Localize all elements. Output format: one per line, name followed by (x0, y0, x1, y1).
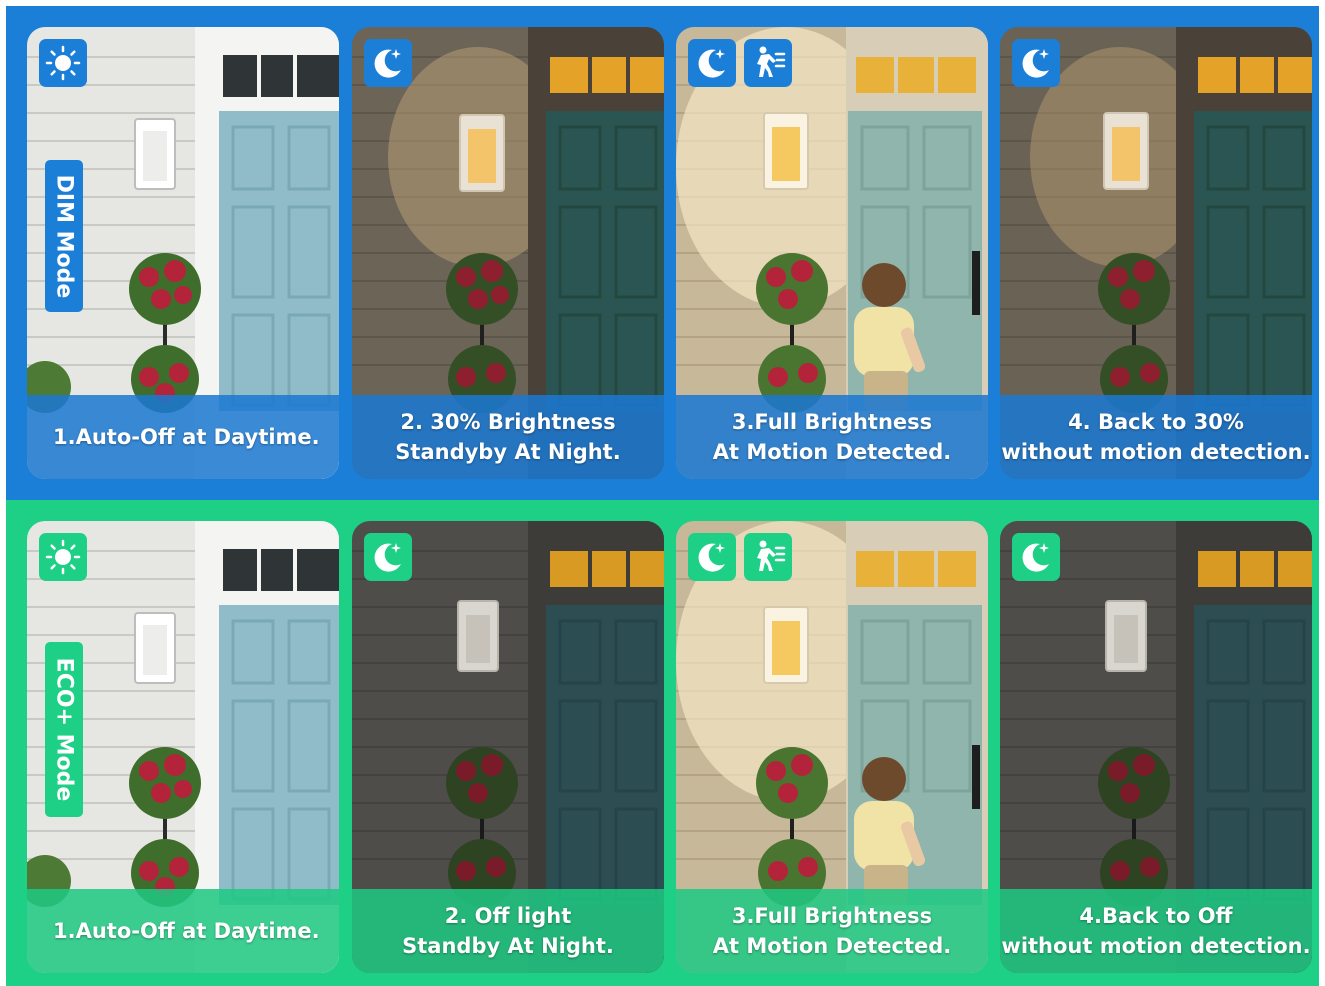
panel-caption: 2. 30% Brightness Standyby At Night. (352, 395, 664, 479)
moon-icon (1012, 533, 1060, 581)
eco-mode-section: ECO+ Mode 1.Auto-Off at Daytime. 2. Off … (6, 500, 1319, 986)
dim-panel-standby: 2. 30% Brightness Standyby At Night. (352, 27, 664, 479)
panel-caption: 3.Full Brightness At Motion Detected. (676, 889, 988, 973)
caption-line-1: 3.Full Brightness (731, 410, 933, 434)
dim-panel-daytime: DIM Mode 1.Auto-Off at Daytime. (27, 27, 339, 479)
caption-line-1: 1.Auto-Off at Daytime. (53, 425, 320, 449)
mode-label: ECO+ Mode (45, 642, 83, 817)
panel-caption: 1.Auto-Off at Daytime. (27, 889, 339, 973)
eco-panel-standby: 2. Off light Standby At Night. (352, 521, 664, 973)
eco-panel-motion: 3.Full Brightness At Motion Detected. (676, 521, 988, 973)
caption-line-2: At Motion Detected. (712, 440, 952, 464)
panel-caption: 1.Auto-Off at Daytime. (27, 395, 339, 479)
panel-caption: 4.Back to Off without motion detection. (1000, 889, 1312, 973)
motion-sensor-icon (744, 39, 792, 87)
eco-panel-daytime: ECO+ Mode 1.Auto-Off at Daytime. (27, 521, 339, 973)
caption-line-1: 1.Auto-Off at Daytime. (53, 919, 320, 943)
caption-line-2: without motion detection. (1001, 440, 1311, 464)
sun-icon (39, 39, 87, 87)
caption-line-1: 2. Off light (444, 904, 572, 928)
caption-line-2: without motion detection. (1001, 934, 1311, 958)
dim-mode-section: DIM Mode 1.Auto-Off at Daytime. 2. 30% B… (6, 6, 1319, 500)
dim-panel-back: 4. Back to 30% without motion detection. (1000, 27, 1312, 479)
caption-line-2: At Motion Detected. (712, 934, 952, 958)
moon-icon (688, 533, 736, 581)
moon-icon (1012, 39, 1060, 87)
caption-line-2: Standby At Night. (402, 934, 614, 958)
motion-sensor-icon (744, 533, 792, 581)
caption-line-2: Standyby At Night. (395, 440, 621, 464)
moon-icon (364, 533, 412, 581)
caption-line-1: 2. 30% Brightness (400, 410, 616, 434)
moon-icon (364, 39, 412, 87)
moon-icon (688, 39, 736, 87)
mode-label: DIM Mode (45, 160, 83, 312)
dim-panel-motion: 3.Full Brightness At Motion Detected. (676, 27, 988, 479)
caption-line-1: 3.Full Brightness (731, 904, 933, 928)
caption-line-1: 4.Back to Off (1079, 904, 1233, 928)
eco-panel-back: 4.Back to Off without motion detection. (1000, 521, 1312, 973)
panel-caption: 3.Full Brightness At Motion Detected. (676, 395, 988, 479)
sun-icon (39, 533, 87, 581)
panel-caption: 4. Back to 30% without motion detection. (1000, 395, 1312, 479)
panel-caption: 2. Off light Standby At Night. (352, 889, 664, 973)
caption-line-1: 4. Back to 30% (1068, 410, 1244, 434)
